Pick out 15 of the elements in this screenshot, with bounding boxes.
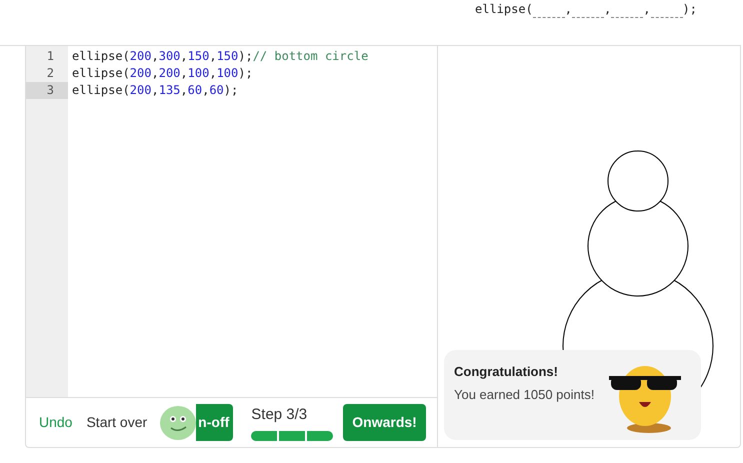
popup-title: Congratulations! — [454, 363, 559, 381]
handoff-button[interactable]: n-off — [196, 404, 234, 441]
code-line: ellipse(200,135,60,60); — [72, 82, 240, 99]
line-number: 2 — [46, 65, 55, 82]
code-hint: ellipse( , , , ); — [475, 1, 697, 18]
code-line: ellipse(200,200,100,100); — [72, 65, 254, 82]
popup-message: You earned 1050 points! — [454, 386, 594, 404]
undo-button[interactable]: Undo — [39, 412, 72, 433]
onwards-button[interactable]: Onwards! — [343, 404, 426, 441]
line-number: 3 — [26, 82, 68, 99]
code-line: ellipse(200,300,150,150);// bottom circle — [72, 48, 370, 65]
start-over-button[interactable]: Start over — [86, 412, 148, 433]
mascot-icon — [159, 404, 198, 442]
line-number: 1 — [46, 48, 55, 65]
step-label: Step 3/3 — [251, 405, 308, 426]
